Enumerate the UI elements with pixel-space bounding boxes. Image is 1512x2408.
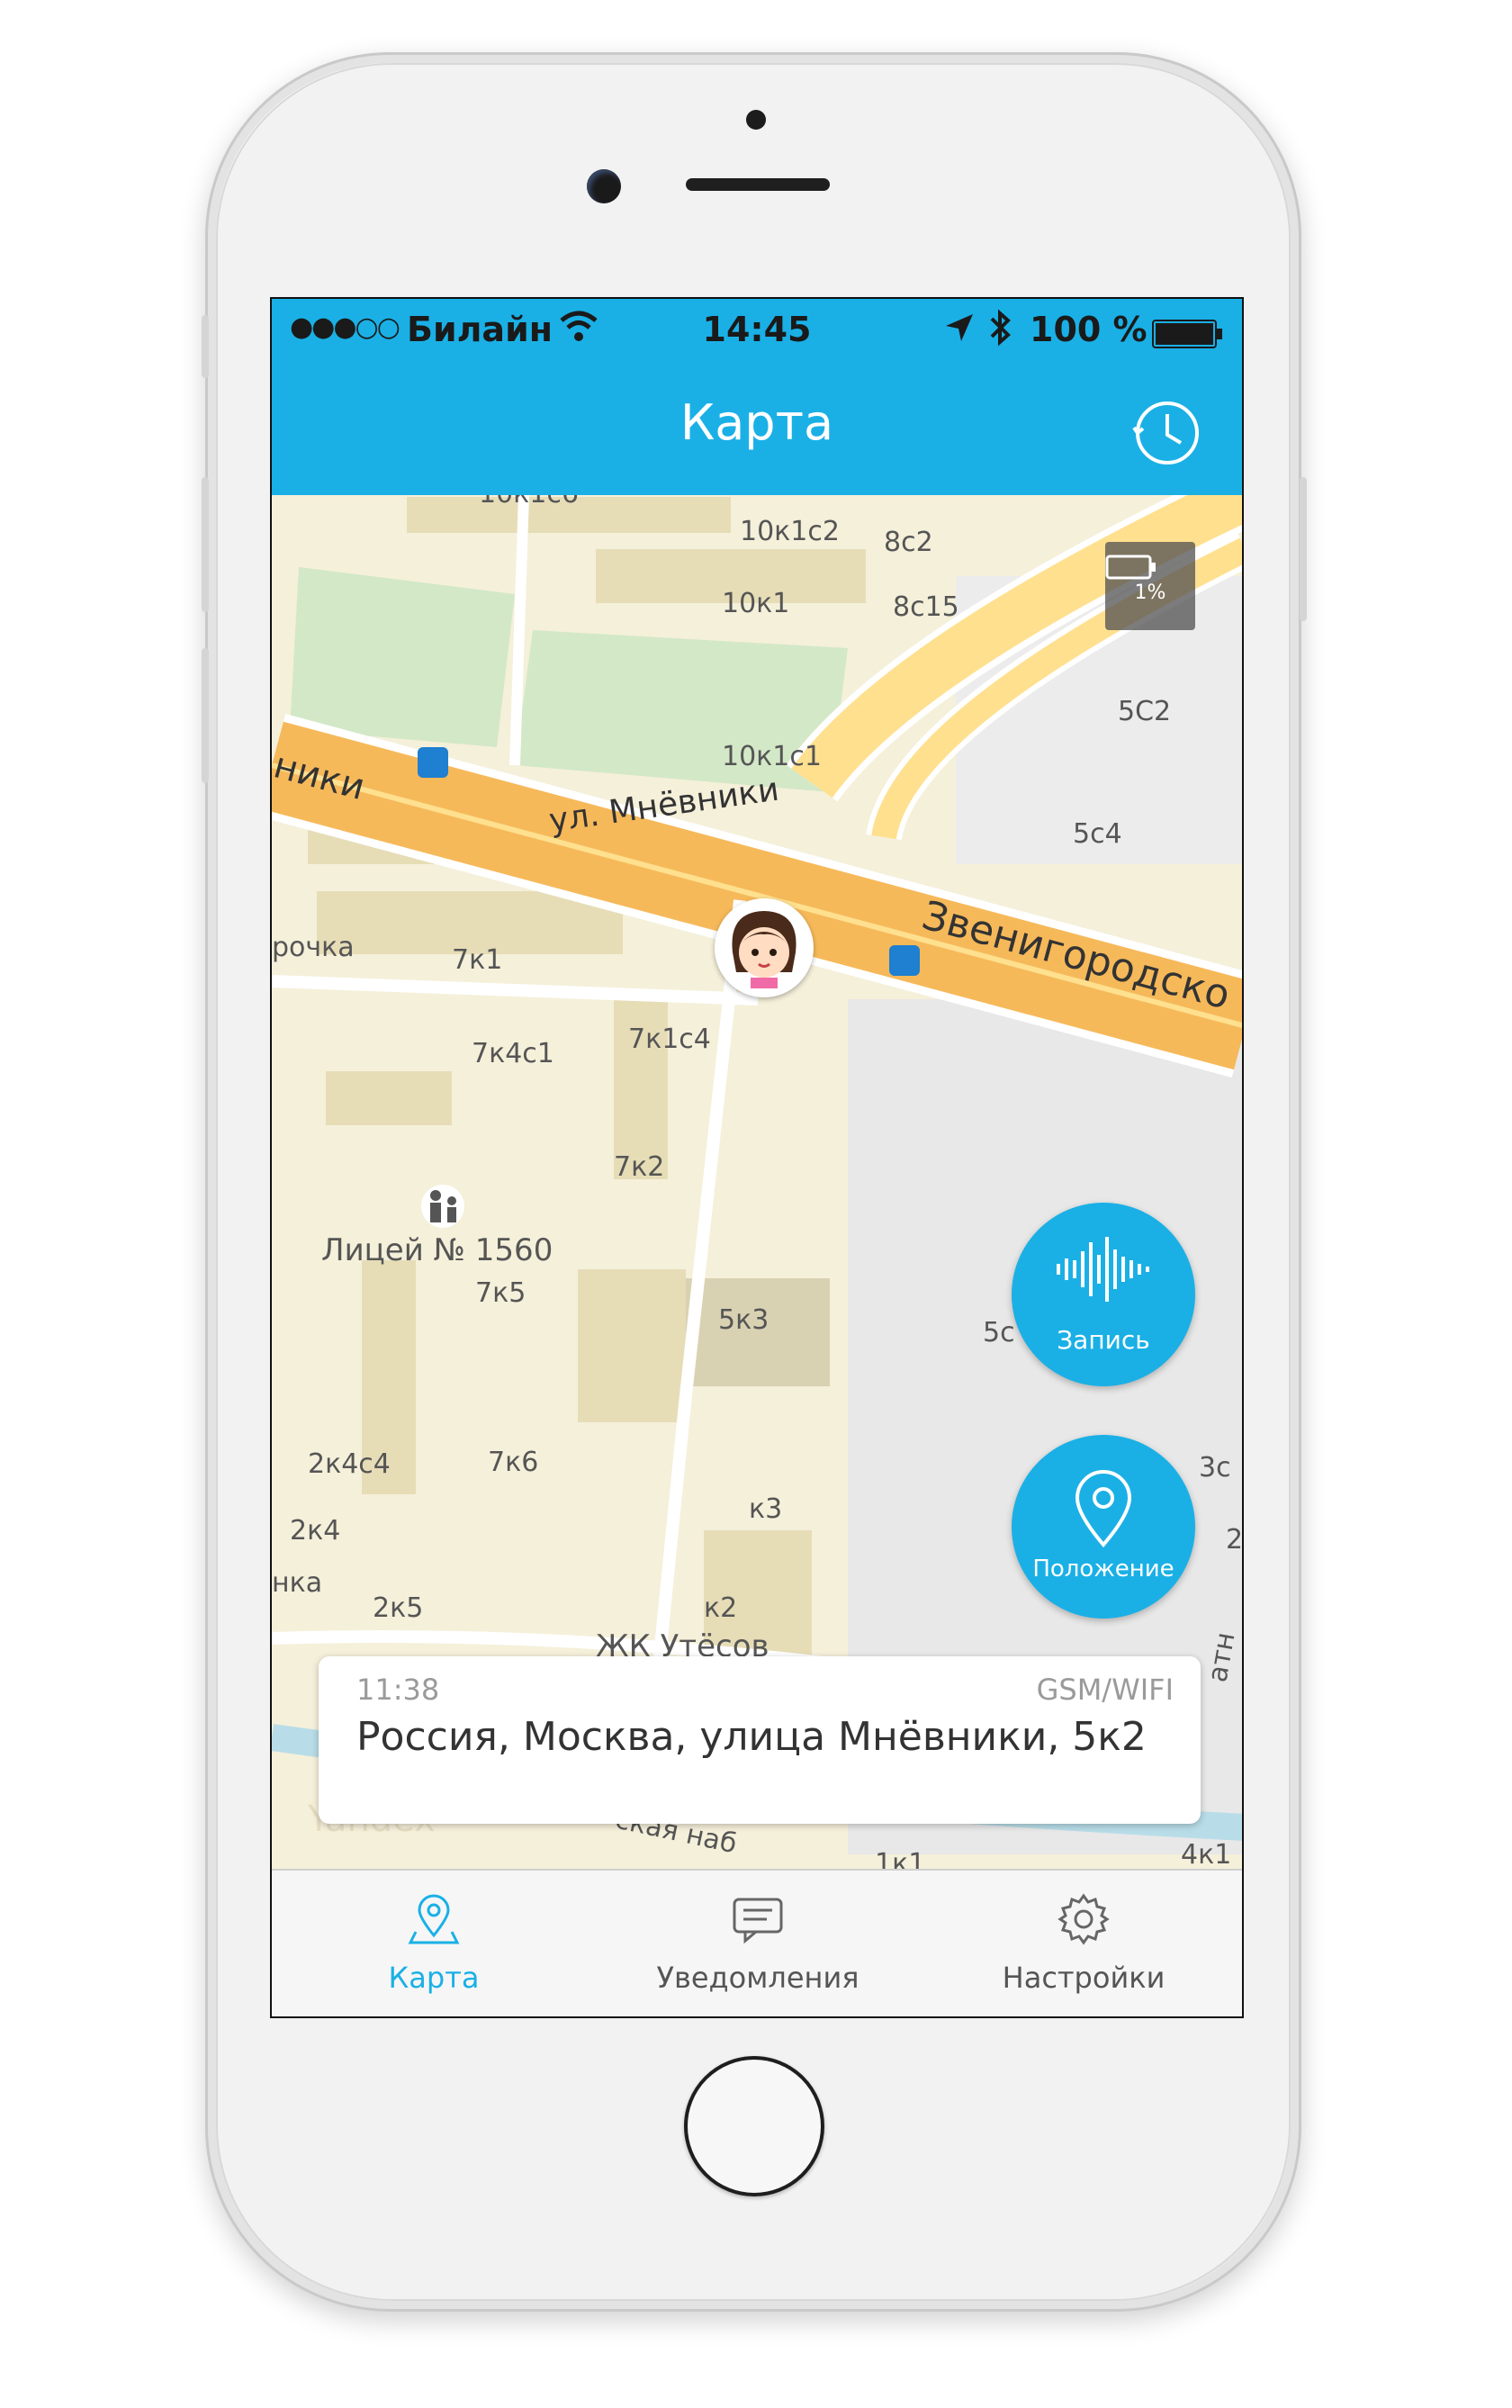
- proximity-sensor: [746, 110, 766, 130]
- tab-settings-label: Настройки: [1002, 1961, 1166, 1995]
- map-label: к2: [704, 1592, 737, 1624]
- bluetooth-icon: [988, 308, 1013, 347]
- tab-bar: Карта Уведомления Настройки: [272, 1869, 1242, 2016]
- volume-down-button: [202, 648, 209, 783]
- map-label: 8с15: [893, 591, 959, 623]
- location-source: GSM/WIFI: [1036, 1673, 1174, 1707]
- clock-icon: [1132, 401, 1199, 464]
- battery-percentage: 100 %: [1030, 310, 1148, 349]
- map-label: 3с: [1199, 1452, 1231, 1484]
- volume-up-button: [202, 477, 209, 612]
- app-screen: ●●●○○ Билайн 14:45 100 % Карта 10к1с2 8с…: [270, 297, 1244, 2018]
- sound-wave-icon: [1057, 1237, 1149, 1302]
- map-label: 7к1с4: [628, 1024, 711, 1055]
- tab-notifications[interactable]: Уведомления: [596, 1871, 920, 2016]
- map-label: 7к5: [475, 1277, 526, 1309]
- map-label: 2к5: [373, 1592, 423, 1624]
- page-title: Карта: [680, 394, 834, 451]
- school-marker-icon: [421, 1185, 464, 1228]
- map-label: 10к1: [722, 588, 789, 619]
- tab-map-label: Карта: [388, 1961, 480, 1995]
- home-button[interactable]: [684, 2056, 824, 2196]
- map-label: 4к1: [1181, 1839, 1231, 1871]
- map-label: 10к1с1: [722, 741, 822, 772]
- location-pin-icon: [1075, 1470, 1132, 1548]
- map-school-label: Лицей № 1560: [321, 1232, 553, 1268]
- record-button[interactable]: Запись: [1012, 1203, 1195, 1386]
- map-label: нка: [272, 1567, 322, 1599]
- chat-icon: [733, 1898, 783, 1944]
- map-label: 2к4: [290, 1515, 340, 1547]
- battery-low-icon: [1105, 555, 1156, 580]
- location-timestamp: 11:38: [356, 1673, 440, 1707]
- status-bar: ●●●○○ Билайн 14:45 100 %: [272, 299, 1242, 364]
- map-label: 5С2: [1118, 696, 1171, 727]
- tab-map[interactable]: Карта: [272, 1871, 596, 2016]
- battery-icon: [1152, 317, 1224, 348]
- locate-button-label: Положение: [1032, 1556, 1174, 1583]
- map-label: 10к1с2: [740, 516, 840, 547]
- front-camera: [587, 169, 621, 203]
- map-pin-icon: [408, 1894, 460, 1944]
- power-button: [1300, 477, 1307, 621]
- tab-settings[interactable]: Настройки: [922, 1871, 1242, 2016]
- earpiece-speaker: [686, 178, 830, 191]
- map-label: к3: [749, 1493, 782, 1525]
- map-label: 2: [1226, 1524, 1242, 1556]
- map-label: 5с4: [1073, 818, 1122, 850]
- device-battery-percent: 1%: [1134, 582, 1166, 604]
- gear-icon: [1058, 1893, 1110, 1945]
- map-label: 7к4с1: [472, 1038, 554, 1069]
- map-label: 8с2: [884, 527, 933, 558]
- map-label: 2к4с4: [308, 1448, 391, 1480]
- map-label: 7к2: [614, 1151, 664, 1183]
- locate-button[interactable]: Положение: [1012, 1435, 1195, 1619]
- silent-switch: [202, 315, 209, 378]
- location-arrow-icon: [943, 311, 976, 344]
- record-button-label: Запись: [1057, 1325, 1150, 1355]
- location-address: Россия, Москва, улица Мнёвники, 5к2: [356, 1714, 1147, 1760]
- navigation-bar: Карта: [272, 364, 1242, 495]
- map-label: рочка: [272, 932, 355, 963]
- history-button[interactable]: [1132, 398, 1202, 468]
- tab-notifications-label: Уведомления: [656, 1961, 860, 1995]
- map-label: 5к3: [718, 1304, 769, 1336]
- child-avatar-marker[interactable]: [715, 898, 814, 997]
- map-view[interactable]: 10к1с6 10к1с2 8с2 10к1 8с15 5С2 10к1с1 5…: [272, 495, 1242, 1874]
- location-info-card[interactable]: 11:38 GSM/WIFI Россия, Москва, улица Мнё…: [319, 1656, 1201, 1824]
- map-label: 7к6: [488, 1447, 538, 1478]
- map-label: 5с: [983, 1317, 1015, 1348]
- map-label: 10к1с6: [479, 495, 579, 510]
- device-battery-indicator: 1%: [1105, 542, 1195, 630]
- girl-avatar-icon: [732, 911, 796, 988]
- map-label: 7к1: [452, 944, 502, 976]
